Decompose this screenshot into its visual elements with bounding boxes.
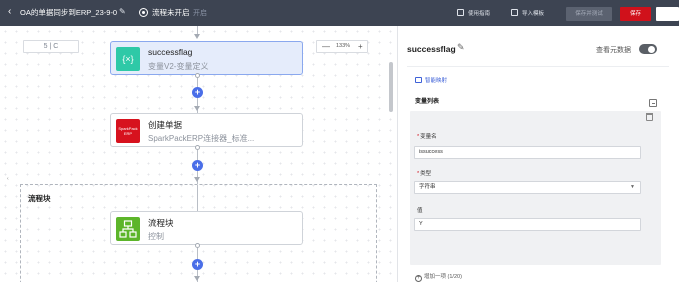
node-subtitle: 控制	[148, 232, 164, 241]
type-label: *类型	[417, 171, 432, 177]
connector-line	[197, 185, 198, 211]
folder-icon	[511, 9, 518, 16]
status-icon	[139, 8, 148, 17]
flow-block-icon	[116, 217, 140, 241]
node-title: 流程块	[148, 218, 174, 228]
smart-mapping-link[interactable]: 智能映射	[415, 76, 447, 84]
arrow-down-icon	[194, 177, 200, 182]
trash-icon[interactable]	[646, 113, 653, 121]
save-button[interactable]: 保存	[620, 7, 651, 21]
save-and-test-button[interactable]: 保存并测试	[566, 7, 612, 21]
edit-title-icon[interactable]: ✎	[119, 7, 126, 16]
variable-braces-icon: {×}	[116, 47, 140, 71]
edit-name-icon[interactable]: ✎	[457, 42, 465, 53]
import-template-link[interactable]: 导入模板	[511, 9, 544, 17]
add-item-label: 增加一项 (1/20)	[424, 274, 462, 280]
flow-title: OA的单据同步到ERP_23-9-0	[20, 8, 118, 17]
add-step-button[interactable]: +	[192, 259, 203, 270]
value-label: 值	[417, 208, 423, 214]
type-selected-value: 字符串	[419, 184, 436, 190]
flow-canvas[interactable]: 5 | C — 133% + {×} successflag 变量V2-变量定义…	[0, 26, 397, 282]
top-bar: ‹ OA的单据同步到ERP_23-9-0 ✎ 流程未开启 开启 使用指南 导入模…	[0, 0, 679, 26]
add-step-button[interactable]: +	[192, 87, 203, 98]
zoom-out-button[interactable]: —	[322, 41, 330, 52]
document-icon	[457, 9, 464, 16]
sparkpack-logo-icon: SparkPack ERP	[116, 119, 140, 143]
arrow-down-icon	[194, 106, 200, 111]
zoom-level: 133%	[336, 43, 351, 49]
zoom-controls: — 133% +	[316, 40, 368, 53]
undo-redo-controls[interactable]: 5 | C	[23, 40, 79, 53]
flow-block-title: 流程块	[28, 194, 51, 203]
enable-flow-link[interactable]: 开启	[193, 8, 207, 18]
zoom-in-button[interactable]: +	[358, 41, 363, 52]
node-create-document[interactable]: SparkPack ERP 创建单据 SparkPackERP连接器_标准...	[110, 113, 303, 147]
guide-label: 使用指南	[468, 11, 491, 17]
mapping-icon	[415, 77, 422, 83]
divider	[407, 66, 669, 67]
node-successflag[interactable]: {×} successflag 变量V2-变量定义	[110, 41, 303, 75]
panel-title: successflag	[407, 44, 456, 54]
arrow-down-icon	[194, 276, 200, 281]
type-label-text: 类型	[420, 171, 432, 177]
metadata-toggle[interactable]	[639, 44, 657, 54]
canvas-scrollbar[interactable]	[389, 62, 393, 112]
smart-mapping-label: 智能映射	[425, 78, 448, 84]
plus-circle-icon: +	[415, 275, 422, 282]
node-title: 创建单据	[148, 120, 183, 130]
node-flow-block[interactable]: 流程块 控制	[110, 211, 303, 245]
import-label: 导入模板	[522, 11, 545, 17]
var-name-label-text: 变量名	[420, 134, 437, 140]
variable-list-title: 变量列表	[415, 99, 440, 105]
node-title: successflag	[148, 47, 193, 57]
guide-link[interactable]: 使用指南	[457, 9, 490, 17]
arrow-down-icon	[194, 34, 200, 39]
value-input[interactable]: Y	[414, 218, 641, 231]
sitemap-icon	[119, 220, 137, 238]
collapse-icon[interactable]	[649, 99, 657, 107]
add-item-button[interactable]: + 增加一项 (1/20)	[415, 272, 462, 282]
collapse-marker: ‹	[7, 176, 9, 182]
flow-status-text: 流程未开启	[152, 8, 190, 17]
node-subtitle: SparkPackERP连接器_标准...	[148, 134, 255, 143]
more-button[interactable]	[656, 7, 679, 21]
properties-panel: successflag ✎ 查看元数据 智能映射 变量列表 *变量名 issuc…	[397, 26, 679, 282]
add-step-button[interactable]: +	[192, 160, 203, 171]
dropdown-caret-icon: ▼	[630, 184, 635, 190]
back-chevron-icon[interactable]: ‹	[8, 6, 11, 18]
node-subtitle: 变量V2-变量定义	[148, 62, 209, 71]
var-name-input[interactable]: issuccess	[414, 146, 641, 159]
var-name-label: *变量名	[417, 134, 437, 140]
view-metadata-label: 查看元数据	[596, 47, 631, 54]
type-select[interactable]: 字符串 ▼	[414, 181, 641, 194]
